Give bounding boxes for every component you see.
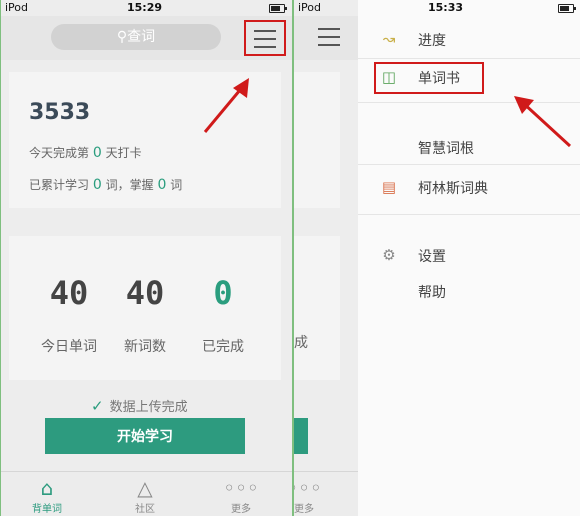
divider — [358, 58, 580, 59]
side-menu-screen: 15:33 ↝ 进度 ◫ 单词书 智慧词根 ▤ 柯林斯词典 ⚙ 设置 帮助 — [358, 0, 580, 516]
start-learning-button[interactable]: 开始学习 — [45, 418, 245, 454]
stat-label: 已完成 — [202, 339, 244, 355]
main-screen: iPod 15:29 ⚲查词 3533 今天完成第 0 天打卡 已累计学习 0 … — [0, 0, 293, 516]
dictionary-icon: ▤ — [381, 178, 397, 196]
stat-label: 新词数 — [124, 339, 166, 355]
secondary-screen: iPod 成 ◦◦◦ 更多 — [292, 0, 360, 516]
menu-item-label: 设置 — [418, 249, 446, 265]
battery-icon — [269, 4, 287, 13]
upload-status: ✓ 数据上传完成 — [91, 396, 188, 415]
learned-text: 已累计学习 0 词，掌握 0 词 — [29, 176, 182, 193]
tab-bar: ⌂ 背单词 △ 社区 ◦◦◦ 更多 — [1, 471, 293, 516]
search-icon: ⚲ — [116, 29, 128, 45]
upload-text: 数据上传完成 — [109, 400, 188, 415]
mastered-count: 0 — [157, 177, 167, 193]
tab-label: 更多 — [231, 504, 251, 515]
learned-prefix: 已累计学习 — [29, 178, 90, 192]
annotation-highlight — [374, 62, 484, 94]
clock: 15:33 — [428, 1, 464, 14]
menu-item-label: 智慧词根 — [418, 141, 474, 157]
tab-label: 更多 — [294, 504, 314, 515]
divider — [358, 164, 580, 165]
menu-item-label: 帮助 — [418, 285, 446, 301]
stat-label-partial: 成 — [294, 335, 308, 351]
menu-item-label: 进度 — [418, 33, 446, 49]
gear-icon: ⚙ — [382, 246, 396, 264]
stats-card: 40 今日单词 40 新词数 0 已完成 — [9, 236, 281, 380]
learned-count: 0 — [92, 177, 102, 193]
stat-value: 0 — [213, 274, 233, 312]
tab-label: 社区 — [135, 504, 155, 515]
tab-more[interactable]: ◦◦◦ 更多 — [294, 476, 334, 515]
tab-community[interactable]: △ 社区 — [115, 476, 175, 515]
total-words: 3533 — [29, 100, 91, 125]
menu-icon[interactable] — [318, 28, 340, 46]
menu-item-help[interactable]: 帮助 — [358, 276, 580, 306]
learned-unit: 词，掌握 — [105, 178, 154, 192]
tab-memorize[interactable]: ⌂ 背单词 — [17, 476, 77, 515]
divider — [358, 214, 580, 215]
device-label: iPod — [5, 1, 29, 14]
tab-bar: ◦◦◦ 更多 — [294, 471, 358, 516]
menu-item-progress[interactable]: ↝ 进度 — [358, 24, 580, 54]
home-icon: ⌂ — [40, 476, 54, 500]
annotation-arrow — [203, 78, 249, 133]
community-icon: △ — [137, 476, 153, 500]
stat-value: 40 — [49, 274, 89, 312]
stat-value: 40 — [125, 274, 165, 312]
search-placeholder: 查词 — [127, 29, 156, 45]
stat-label: 今日单词 — [41, 339, 97, 355]
battery-icon — [558, 4, 576, 13]
streak-text: 今天完成第 0 天打卡 — [29, 144, 142, 161]
start-button-partial[interactable] — [294, 418, 308, 454]
streak-suffix: 天打卡 — [105, 146, 142, 160]
tab-more[interactable]: ◦◦◦ 更多 — [211, 476, 271, 515]
status-bar: iPod — [294, 0, 358, 16]
menu-item-collins[interactable]: ▤ 柯林斯词典 — [358, 172, 580, 202]
menu-item-settings[interactable]: ⚙ 设置 — [358, 240, 580, 270]
summary-card-partial — [294, 72, 340, 208]
more-icon: ◦◦◦ — [294, 476, 322, 500]
clock: 15:29 — [127, 1, 163, 14]
check-icon: ✓ — [91, 397, 104, 415]
stat-new-words: 40 新词数 — [105, 274, 185, 356]
streak-prefix: 今天完成第 — [29, 146, 90, 160]
status-bar: iPod 15:29 — [1, 0, 293, 16]
streak-days: 0 — [92, 145, 102, 161]
top-bar — [294, 16, 358, 60]
search-input[interactable]: ⚲查词 — [51, 24, 221, 50]
more-icon: ◦◦◦ — [223, 476, 259, 500]
menu-icon — [254, 30, 276, 32]
device-label: iPod — [298, 1, 322, 14]
menu-icon-line — [254, 46, 276, 48]
mastered-unit: 词 — [170, 178, 183, 192]
stat-today-words: 40 今日单词 — [29, 274, 109, 356]
progress-icon: ↝ — [382, 30, 396, 48]
stats-card-partial: 成 — [294, 236, 340, 380]
stat-completed: 0 已完成 — [183, 274, 263, 356]
menu-item-label: 柯林斯词典 — [418, 181, 488, 197]
annotation-arrow — [514, 96, 572, 148]
tab-label: 背单词 — [32, 504, 62, 515]
menu-icon-line — [254, 38, 276, 40]
menu-button[interactable] — [244, 20, 286, 56]
status-bar: 15:33 — [358, 0, 580, 16]
top-bar: ⚲查词 — [1, 16, 293, 60]
